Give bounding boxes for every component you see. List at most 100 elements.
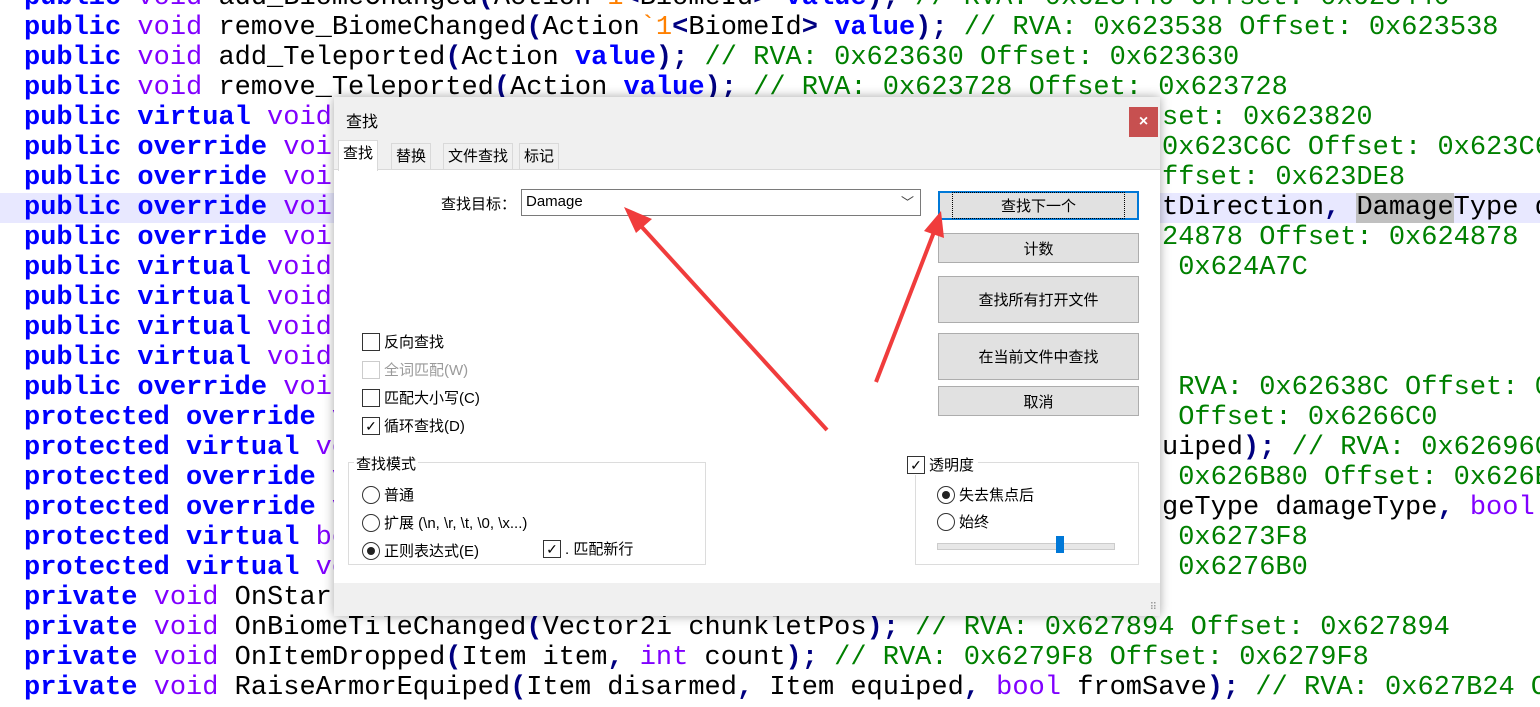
find-in-current-file-button[interactable]: 在当前文件中查找	[938, 333, 1139, 380]
transparency-slider-thumb[interactable]	[1056, 536, 1065, 553]
radio-icon[interactable]	[362, 513, 380, 532]
code-token: public	[24, 43, 122, 73]
whole-word-checkbox[interactable]: 全词匹配(W)	[362, 359, 468, 380]
code-text-left: public virtual void	[24, 253, 332, 283]
radio-selected-icon[interactable]	[937, 485, 955, 504]
transparency-label: 透明度	[929, 457, 975, 474]
code-token: (	[510, 673, 527, 703]
find-dialog: 查找 × 查找 替换 文件查找 标记 查找目标： Damage ﹀ 查找下一个 …	[334, 97, 1160, 616]
code-token: public virtual	[24, 283, 251, 313]
checkbox-box[interactable]	[362, 360, 380, 379]
code-token: public override	[24, 223, 268, 253]
match-case-label: 匹配大小写(C)	[384, 390, 480, 407]
close-icon[interactable]: ×	[1129, 107, 1158, 137]
on-lose-focus-radio[interactable]: 失去焦点后	[937, 484, 1034, 505]
tab-mark[interactable]: 标记	[519, 143, 560, 170]
resize-grip-icon[interactable]: ⠿	[1150, 602, 1157, 613]
tab-find[interactable]: 查找	[338, 140, 379, 171]
code-token: // RVA: 0x623440 Offset: 0x623440	[899, 0, 1450, 13]
mode-extended-radio[interactable]: 扩展 (\n, \r, \t, \0, \x...)	[362, 512, 527, 533]
code-token: protected virtual	[24, 433, 300, 463]
code-token: public virtual	[24, 253, 251, 283]
code-token: protected override	[24, 403, 316, 433]
code-token: RaiseArmorEquiped	[234, 673, 511, 703]
code-token: public override	[24, 193, 268, 223]
match-case-checkbox[interactable]: 匹配大小写(C)	[362, 387, 480, 408]
always-radio[interactable]: 始终	[937, 511, 989, 532]
code-line[interactable]: private void RaiseArmorEquiped(Item disa…	[0, 673, 1540, 703]
code-token: void	[121, 13, 219, 43]
wrap-around-checkbox[interactable]: ✓ 循环查找(D)	[362, 415, 465, 436]
tab-replace[interactable]: 替换	[391, 143, 432, 170]
code-text-right: 0x6276B0	[1162, 553, 1308, 583]
code-token: int	[623, 643, 689, 673]
code-text-left: private void RaiseArmorEquiped(Item disa…	[24, 673, 1540, 703]
code-token: voi	[267, 163, 332, 193]
code-text-left: protected virtual vo	[24, 433, 348, 463]
find-next-button[interactable]: 查找下一个	[938, 191, 1139, 220]
check-icon[interactable]: ✓	[907, 455, 925, 474]
code-text-left: private void OnBiomeTileChanged(Vector2i…	[24, 613, 1450, 643]
code-token: <	[672, 13, 689, 43]
code-text-right: 0x626B80 Offset: 0x626B	[1162, 463, 1540, 493]
code-token: count	[688, 643, 786, 673]
code-token: public override	[24, 163, 268, 193]
code-token: ,	[607, 643, 624, 673]
find-all-open-files-button[interactable]: 查找所有打开文件	[938, 276, 1139, 323]
code-text-right: set: 0x623820	[1162, 103, 1373, 133]
code-token: );	[1206, 673, 1240, 703]
search-mode-legend: 查找模式	[354, 453, 419, 474]
radio-selected-icon[interactable]	[362, 541, 380, 560]
checkbox-box[interactable]	[362, 388, 380, 407]
code-token: public virtual	[24, 103, 251, 133]
radio-icon[interactable]	[362, 485, 380, 504]
mode-normal-radio[interactable]: 普通	[362, 484, 414, 505]
code-text-right: RVA: 0x62638C Offset: 0	[1162, 373, 1540, 403]
code-line[interactable]: public void add_BiomeChanged(Action`1<Bi…	[0, 0, 1540, 13]
transparency-slider[interactable]	[937, 543, 1115, 550]
code-token: 24878 Offset: 0x624878	[1162, 223, 1519, 253]
code-token: // RVA: 0x627894 Offset: 0x627894	[898, 613, 1450, 643]
find-target-input[interactable]: Damage ﹀	[521, 189, 921, 216]
checkbox-box[interactable]	[362, 332, 380, 351]
code-token: void	[250, 283, 332, 313]
code-line[interactable]: private void OnItemDropped(Item item, in…	[0, 643, 1540, 673]
code-token: );	[867, 0, 899, 13]
code-token: add_Teleported	[218, 43, 446, 73]
find-target-value[interactable]: Damage	[526, 193, 583, 210]
code-line[interactable]: public void add_Teleported(Action value)…	[0, 43, 1540, 73]
code-text-left: public void add_BiomeChanged(Action`1<Bi…	[24, 0, 1450, 13]
code-token: // RVA: 0x626960	[1275, 433, 1540, 463]
mode-regex-radio[interactable]: 正则表达式(E)	[362, 540, 479, 561]
code-token: 0x6273F8	[1162, 523, 1308, 553]
code-line[interactable]: public void remove_BiomeChanged(Action`1…	[0, 13, 1540, 43]
code-token: public	[24, 0, 121, 13]
backward-checkbox[interactable]: 反向查找	[362, 331, 444, 352]
check-icon[interactable]: ✓	[543, 539, 561, 558]
code-token: );	[785, 643, 818, 673]
code-token: );	[915, 13, 948, 43]
count-button[interactable]: 计数	[938, 233, 1139, 263]
code-token: private	[24, 643, 138, 673]
code-token: <	[624, 0, 640, 13]
check-icon[interactable]: ✓	[362, 416, 380, 435]
code-token: Vector2i chunkletPos	[542, 613, 867, 643]
code-text-left: private void OnStart	[24, 583, 348, 613]
cancel-button[interactable]: 取消	[938, 386, 1139, 416]
code-text-right: ffset: 0x623DE8	[1162, 163, 1405, 193]
code-text-right: uiped); // RVA: 0x626960	[1162, 433, 1540, 463]
radio-icon[interactable]	[937, 512, 955, 531]
code-text-left: protected virtual vo	[24, 553, 348, 583]
code-text-left: protected override v	[24, 403, 348, 433]
code-text-left: public virtual void	[24, 283, 332, 313]
tab-find-in-files[interactable]: 文件查找	[443, 143, 514, 170]
code-token: void	[121, 0, 218, 13]
code-line[interactable]: private void OnBiomeTileChanged(Vector2i…	[0, 613, 1540, 643]
transparency-checkbox[interactable]: ✓ 透明度	[905, 454, 979, 475]
code-text-left: public virtual void	[24, 313, 332, 343]
code-token: protected override	[24, 463, 316, 493]
dot-matches-newline-checkbox[interactable]: ✓. 匹配新行	[543, 538, 633, 559]
code-text-left: private void OnItemDropped(Item item, in…	[24, 643, 1369, 673]
chevron-down-icon[interactable]: ﹀	[901, 192, 914, 211]
code-token: (	[445, 643, 462, 673]
